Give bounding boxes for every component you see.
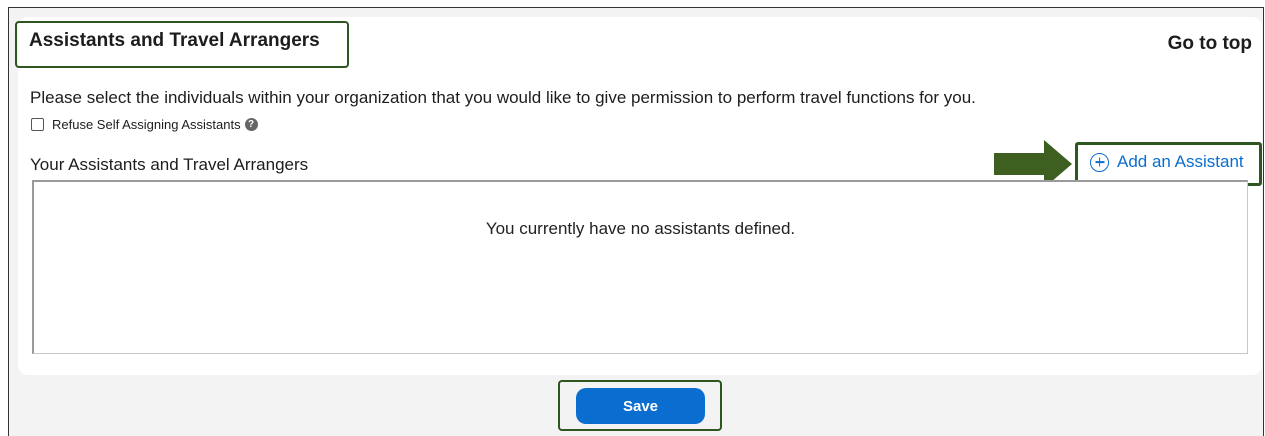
refuse-self-assigning-row: Refuse Self Assigning Assistants ? xyxy=(31,117,258,132)
assistants-heading: Your Assistants and Travel Arrangers xyxy=(30,155,309,174)
section-title: Assistants and Travel Arrangers xyxy=(29,30,320,51)
section-description: Please select the individuals within you… xyxy=(30,88,976,107)
add-assistant-link[interactable]: Add an Assistant xyxy=(1090,152,1244,172)
add-assistant-label: Add an Assistant xyxy=(1117,152,1244,171)
refuse-self-assigning-checkbox[interactable] xyxy=(31,118,44,131)
refuse-self-assigning-label: Refuse Self Assigning Assistants xyxy=(52,117,241,132)
go-to-top-link[interactable]: Go to top xyxy=(1168,33,1252,55)
save-button[interactable]: Save xyxy=(576,388,705,424)
plus-circle-icon xyxy=(1090,152,1109,172)
empty-state-message: You currently have no assistants defined… xyxy=(485,219,796,238)
question-circle-icon[interactable]: ? xyxy=(244,118,258,131)
assistants-list: You currently have no assistants defined… xyxy=(32,180,1248,354)
